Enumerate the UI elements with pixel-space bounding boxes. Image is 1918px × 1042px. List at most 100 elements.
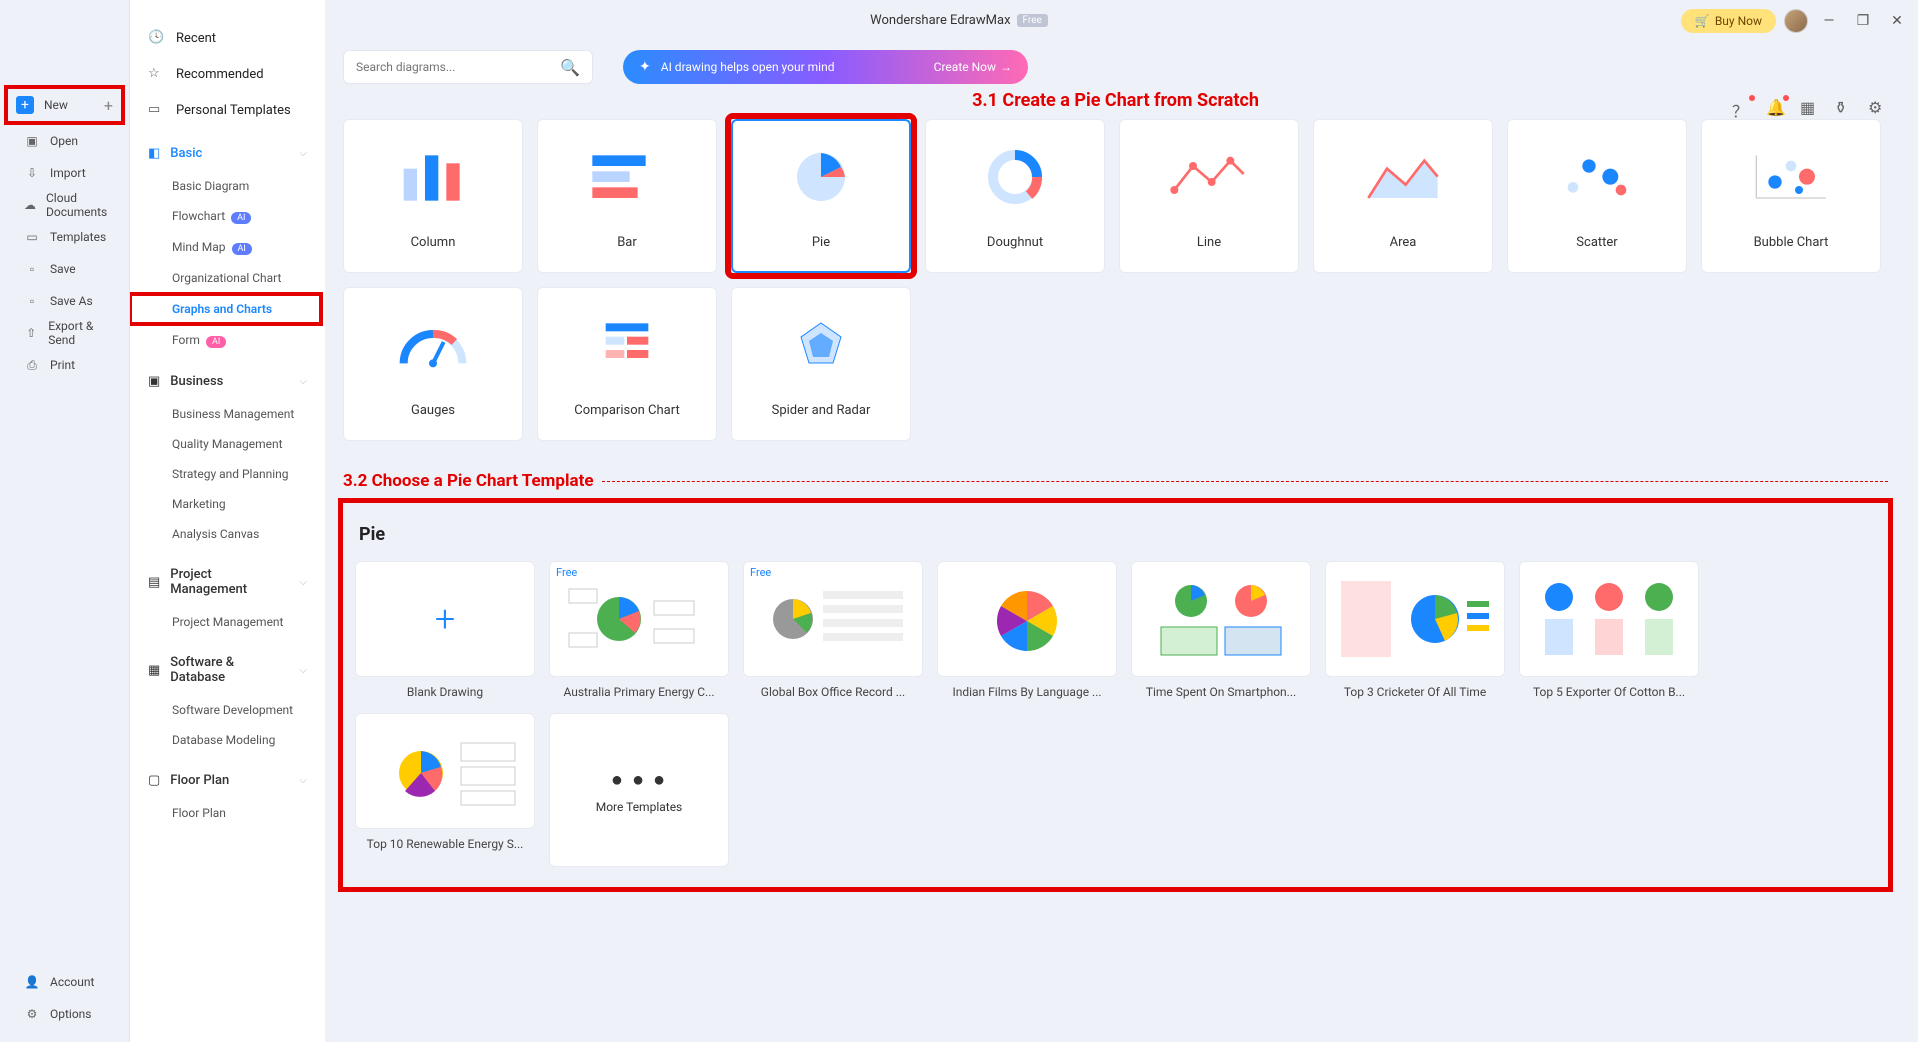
- cta-label: Create Now: [934, 60, 996, 74]
- sidebar-item-new[interactable]: + New +: [8, 89, 121, 121]
- template-more[interactable]: ● ● ●More Templates: [549, 713, 729, 867]
- sidebar-item-account[interactable]: 👤Account: [0, 966, 129, 998]
- chart-type-area[interactable]: Area: [1313, 119, 1493, 273]
- template-blank[interactable]: +Blank Drawing: [355, 561, 535, 699]
- sidebar-item-import[interactable]: ⇩Import: [0, 157, 129, 189]
- print-label: Print: [50, 358, 75, 372]
- sidebar-item-cloud[interactable]: ☁Cloud Documents: [0, 189, 129, 221]
- business-label: Business: [170, 374, 223, 389]
- chevron-down-icon: ⌵: [299, 577, 307, 588]
- chart-type-line[interactable]: Line: [1119, 119, 1299, 273]
- chart-type-spider[interactable]: Spider and Radar: [731, 287, 911, 441]
- sidebar-item-open[interactable]: ▣Open: [0, 125, 129, 157]
- minimize-button[interactable]: —: [1816, 8, 1842, 34]
- search-box[interactable]: 🔍: [343, 50, 593, 84]
- filter-icon[interactable]: ⚱: [1834, 98, 1854, 118]
- ai-badge: AI: [232, 243, 252, 255]
- template-cotton[interactable]: Top 5 Exporter Of Cotton B...: [1519, 561, 1699, 699]
- pie-chart-icon: [791, 147, 851, 207]
- template-renewable[interactable]: Top 10 Renewable Energy S...: [355, 713, 535, 867]
- cat-graphs-charts[interactable]: Graphs and Charts: [130, 294, 321, 324]
- cat-quality[interactable]: Quality Management: [130, 429, 325, 459]
- software-icon: ▦: [148, 663, 160, 678]
- chart-type-bar[interactable]: Bar: [537, 119, 717, 273]
- cloud-icon: ☁: [24, 197, 36, 213]
- buy-now-button[interactable]: 🛒 Buy Now: [1681, 9, 1776, 33]
- sidebar-item-save[interactable]: ▫Save: [0, 253, 129, 285]
- cat-flowchart[interactable]: FlowchartAI: [130, 201, 325, 232]
- radar-icon: [791, 315, 851, 375]
- recommended-label: Recommended: [176, 67, 264, 82]
- chart-type-doughnut[interactable]: Doughnut: [925, 119, 1105, 273]
- ai-banner-cta[interactable]: Create Now →: [934, 60, 1012, 74]
- maximize-button[interactable]: ❐: [1850, 8, 1876, 34]
- template-thumb-icon: [753, 571, 913, 667]
- cat-recommended[interactable]: ☆Recommended: [130, 56, 325, 92]
- ai-badge: AI: [206, 336, 226, 348]
- chart-type-pie[interactable]: Pie: [731, 119, 911, 273]
- avatar[interactable]: [1784, 9, 1808, 33]
- sidebar-item-saveas[interactable]: ▫Save As: [0, 285, 129, 317]
- chart-type-scatter[interactable]: Scatter: [1507, 119, 1687, 273]
- cat-recent[interactable]: 🕓Recent: [130, 20, 325, 56]
- t6-label: Top 5 Exporter Of Cotton B...: [1519, 685, 1699, 699]
- template-australia[interactable]: FreeAustralia Primary Energy C...: [549, 561, 729, 699]
- sidebar-item-templates[interactable]: ▭Templates: [0, 221, 129, 253]
- comparison-label: Comparison Chart: [574, 395, 679, 434]
- cat-software-db[interactable]: ▦Software & Database⌵: [130, 645, 325, 695]
- cat-orgchart[interactable]: Organizational Chart: [130, 263, 325, 293]
- ai-banner-text: AI drawing helps open your mind: [661, 60, 835, 74]
- options-label: Options: [50, 1007, 92, 1021]
- cat-biz-mgmt[interactable]: Business Management: [130, 399, 325, 429]
- personal-label: Personal Templates: [176, 103, 291, 118]
- cat-pm-sub[interactable]: Project Management: [130, 607, 325, 637]
- cat-basic[interactable]: ◧Basic⌵: [130, 136, 325, 171]
- cat-strategy[interactable]: Strategy and Planning: [130, 459, 325, 489]
- search-icon[interactable]: 🔍: [560, 58, 580, 77]
- cat-analysis[interactable]: Analysis Canvas: [130, 519, 325, 549]
- column-chart-icon: [393, 150, 473, 203]
- saveas-icon: ▫: [24, 293, 40, 309]
- doughnut-label: Doughnut: [987, 227, 1043, 266]
- sidebar-item-options[interactable]: ⚙Options: [0, 998, 129, 1030]
- cat-form[interactable]: FormAI: [130, 325, 325, 356]
- settings-icon[interactable]: ⚙: [1868, 98, 1888, 118]
- line-label: Line: [1197, 227, 1221, 266]
- search-input[interactable]: [356, 60, 560, 74]
- cat-basic-diagram[interactable]: Basic Diagram: [130, 171, 325, 201]
- bubble-label: Bubble Chart: [1754, 227, 1829, 266]
- chart-type-bubble[interactable]: Bubble Chart: [1701, 119, 1881, 273]
- template-smartphone[interactable]: Time Spent On Smartphon...: [1131, 561, 1311, 699]
- bell-icon[interactable]: 🔔: [1766, 98, 1786, 118]
- templates-icon: ▭: [24, 229, 40, 245]
- cat-db-modeling[interactable]: Database Modeling: [130, 725, 325, 755]
- close-button[interactable]: ✕: [1884, 8, 1910, 34]
- chart-type-column[interactable]: Column: [343, 119, 523, 273]
- sidebar-item-print[interactable]: ⎙Print: [0, 349, 129, 381]
- pie-label: Pie: [812, 227, 830, 266]
- help-icon[interactable]: ？: [1732, 98, 1752, 118]
- template-thumb-icon: [365, 723, 525, 819]
- sidebar-item-export[interactable]: ⇧Export & Send: [0, 317, 129, 349]
- main-content: 🔍 ✦ AI drawing helps open your mind Crea…: [325, 40, 1918, 1042]
- cat-project-mgmt[interactable]: ▤Project Management⌵: [130, 557, 325, 607]
- cat-mindmap[interactable]: Mind MapAI: [130, 232, 325, 263]
- cat-marketing[interactable]: Marketing: [130, 489, 325, 519]
- chart-type-comparison[interactable]: Comparison Chart: [537, 287, 717, 441]
- cat-fp-sub[interactable]: Floor Plan: [130, 798, 325, 828]
- bar-chart-icon: [587, 150, 667, 203]
- cat-software-dev[interactable]: Software Development: [130, 695, 325, 725]
- cat-business[interactable]: ▣Business⌵: [130, 364, 325, 399]
- pm-label: Project Management: [170, 567, 289, 597]
- personal-icon: ▭: [148, 102, 164, 118]
- chart-type-gauges[interactable]: Gauges: [343, 287, 523, 441]
- template-indian[interactable]: Indian Films By Language ...: [937, 561, 1117, 699]
- grid-icon[interactable]: ▦: [1800, 98, 1820, 118]
- template-cricketer[interactable]: Top 3 Cricketer Of All Time: [1325, 561, 1505, 699]
- free-badge: Free: [1017, 14, 1048, 27]
- cat-personal[interactable]: ▭ Personal Templates: [130, 92, 325, 128]
- ai-banner[interactable]: ✦ AI drawing helps open your mind Create…: [623, 50, 1028, 84]
- cat-floorplan[interactable]: ▢Floor Plan⌵: [130, 763, 325, 798]
- buy-now-label: Buy Now: [1715, 14, 1762, 28]
- template-boxoffice[interactable]: FreeGlobal Box Office Record ...: [743, 561, 923, 699]
